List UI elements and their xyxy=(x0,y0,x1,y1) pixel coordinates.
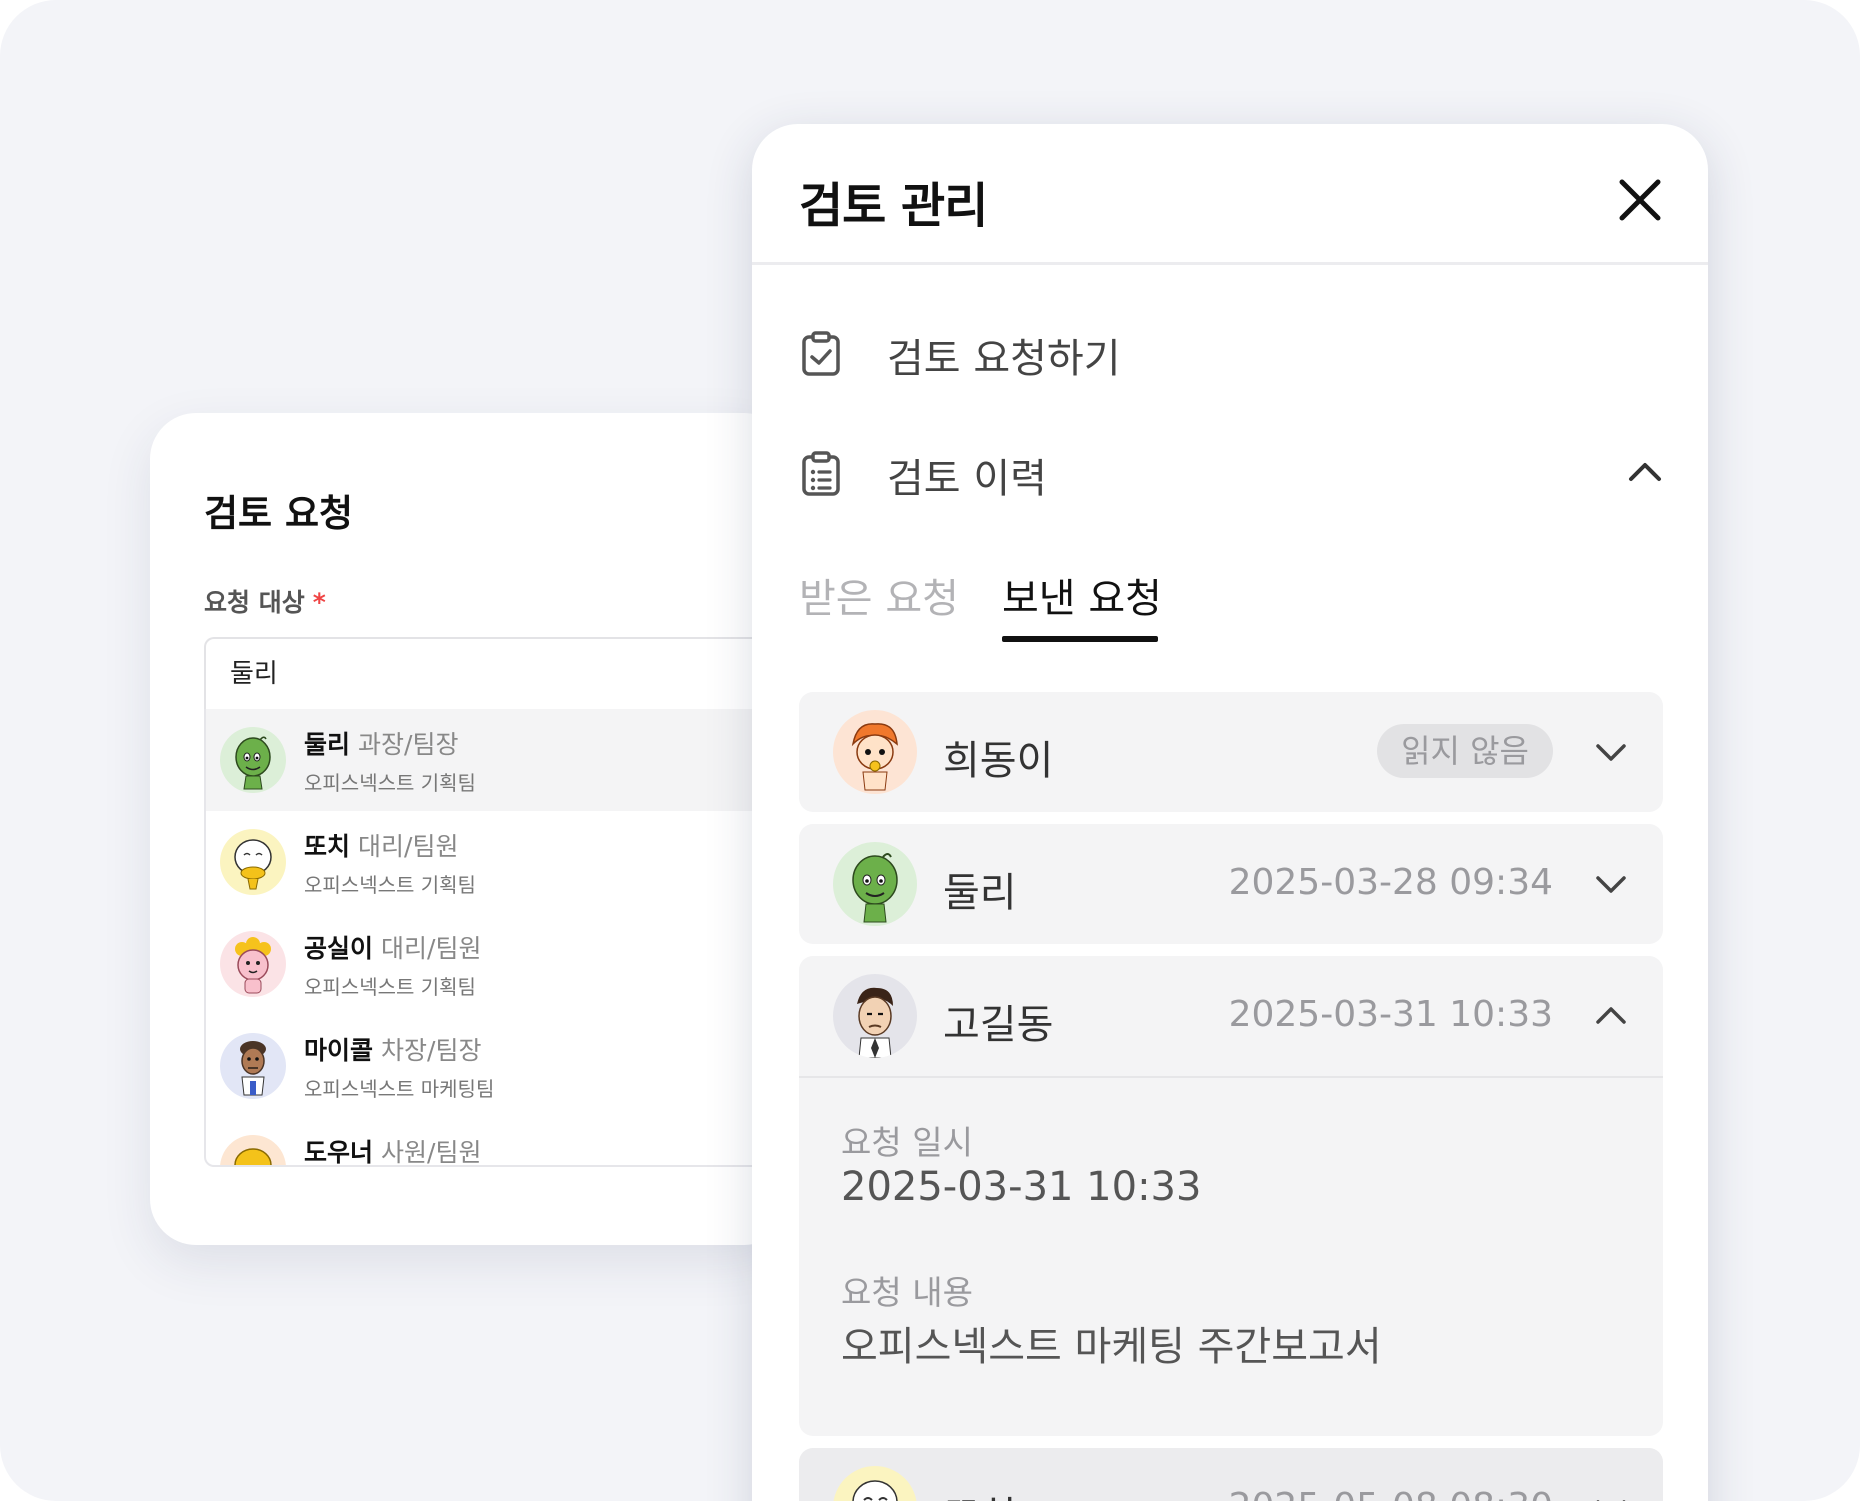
dropdown-option[interactable]: 공실이 대리/팀원 오피스넥스트 기획팀 xyxy=(206,913,790,1015)
request-review-label: 검토 요청하기 xyxy=(887,336,1121,382)
active-tab-indicator xyxy=(1002,636,1158,642)
tab-received-requests[interactable]: 받은 요청 xyxy=(799,566,959,624)
close-icon[interactable] xyxy=(1612,172,1668,228)
option-name: 도우너 사원/팀원 xyxy=(304,1133,482,1167)
history-item-date: 2025-05-08 08:30 xyxy=(1229,1486,1553,1501)
heedong-avatar-icon xyxy=(833,710,917,794)
option-role: 대리/팀원 xyxy=(381,934,482,963)
history-item-header[interactable]: 또치 2025-05-08 08:30 xyxy=(799,1448,1663,1501)
history-item-expanded: 고길동 2025-03-31 10:33 요청 일시 2025-03-31 10… xyxy=(799,956,1663,1436)
request-content-label: 요청 내용 xyxy=(841,1273,973,1312)
request-card-title: 검토 요청 xyxy=(204,492,354,535)
gogildong-avatar-icon xyxy=(833,974,917,1058)
option-name-text: 둘리 xyxy=(304,730,351,759)
option-org: 오피스넥스트 기획팀 xyxy=(304,873,476,897)
option-org: 오피스넥스트 기획팀 xyxy=(304,975,476,999)
clipboard-check-icon xyxy=(799,330,843,378)
chevron-up-icon[interactable] xyxy=(1593,998,1629,1034)
panel-header-divider xyxy=(752,262,1708,265)
option-name: 마이콜 차장/팀장 xyxy=(304,1031,481,1067)
history-item-name: 또치 xyxy=(943,1484,1017,1501)
dooly-avatar-icon xyxy=(833,842,917,926)
option-name-text: 공실이 xyxy=(304,934,374,963)
option-name: 공실이 대리/팀원 xyxy=(304,929,481,965)
review-history-menu-item[interactable]: 검토 이력 xyxy=(799,442,1679,502)
option-name-text: 도우너 xyxy=(304,1138,374,1167)
option-role: 대리/팀원 xyxy=(358,832,459,861)
option-name: 둘리 과장/팀장 xyxy=(304,725,458,761)
history-item-header[interactable]: 희동이 읽지 않음 xyxy=(799,692,1663,812)
history-item: 또치 2025-05-08 08:30 xyxy=(799,1448,1663,1501)
chevron-down-icon[interactable] xyxy=(1593,866,1629,902)
history-item-date: 2025-03-31 10:33 xyxy=(1228,994,1553,1035)
option-name: 또치 대리/팀원 xyxy=(304,827,458,863)
history-item-date: 2025-03-28 09:34 xyxy=(1228,862,1553,903)
option-org: 오피스넥스트 기획팀 xyxy=(304,771,476,795)
ddochi-avatar-icon xyxy=(220,829,286,895)
option-role: 과장/팀장 xyxy=(358,730,459,759)
history-item-divider xyxy=(799,1076,1663,1078)
history-item-name: 둘리 xyxy=(943,870,1017,916)
clipboard-list-icon xyxy=(799,450,843,498)
chevron-up-icon[interactable] xyxy=(1625,452,1665,492)
tab-sent-requests[interactable]: 보낸 요청 xyxy=(1002,566,1162,624)
ddochi-avatar-icon xyxy=(833,1466,917,1501)
panel-title: 검토 관리 xyxy=(799,178,988,234)
page-background: 검토 요청 요청 대상 * 둘리 둘리 과장/팀장 오피스넥스트 기획팀 또치 … xyxy=(0,0,1860,1501)
request-target-search-input[interactable]: 둘리 xyxy=(204,637,790,711)
option-name-text: 또치 xyxy=(304,832,351,861)
history-item-name: 고길동 xyxy=(943,1002,1054,1048)
requested-at-label: 요청 일시 xyxy=(841,1123,973,1162)
chevron-down-icon[interactable] xyxy=(1593,734,1629,770)
option-role: 차장/팀장 xyxy=(381,1036,482,1065)
douner-avatar-icon xyxy=(220,1135,286,1165)
request-target-label: 요청 대상 * xyxy=(204,583,326,619)
request-content-value: 오피스넥스트 마케팅 주간보고서 xyxy=(841,1324,1382,1370)
review-history-label: 검토 이력 xyxy=(887,456,1047,502)
dropdown-option[interactable]: 마이콜 차장/팀장 오피스넥스트 마케팅팀 xyxy=(206,1015,790,1117)
dropdown-option[interactable]: 또치 대리/팀원 오피스넥스트 기획팀 xyxy=(206,811,790,913)
option-name-text: 마이콜 xyxy=(304,1036,374,1065)
history-item-header[interactable]: 고길동 2025-03-31 10:33 xyxy=(799,956,1663,1076)
review-management-panel: 검토 관리 검토 요청하기 검토 이력 받은 요청 보낸 요청 희동이 읽지 않… xyxy=(752,124,1708,1501)
history-item: 희동이 읽지 않음 xyxy=(799,692,1663,812)
dooly-avatar-icon xyxy=(220,727,286,793)
request-review-menu-item[interactable]: 검토 요청하기 xyxy=(799,322,1679,382)
dropdown-option[interactable]: 도우너 사원/팀원 xyxy=(206,1117,790,1167)
chevron-down-icon[interactable] xyxy=(1593,1490,1629,1501)
history-item: 둘리 2025-03-28 09:34 xyxy=(799,824,1663,944)
request-target-label-text: 요청 대상 xyxy=(204,588,305,617)
history-item-header[interactable]: 둘리 2025-03-28 09:34 xyxy=(799,824,1663,944)
option-org: 오피스넥스트 마케팅팀 xyxy=(304,1077,495,1101)
michol-avatar-icon xyxy=(220,1033,286,1099)
required-mark: * xyxy=(312,588,326,617)
history-item-name: 희동이 xyxy=(943,738,1054,784)
unread-status-badge: 읽지 않음 xyxy=(1377,724,1553,778)
option-role: 사원/팀원 xyxy=(381,1138,482,1167)
review-request-card: 검토 요청 요청 대상 * 둘리 둘리 과장/팀장 오피스넥스트 기획팀 또치 … xyxy=(150,413,790,1245)
request-target-dropdown: 둘리과장/팀장 오피스넥스트 기획팀 또치대리/팀원 오피스넥스트 기획팀 xyxy=(204,709,790,1167)
dropdown-option[interactable]: 둘리 과장/팀장 오피스넥스트 기획팀 xyxy=(206,709,790,811)
gongsili-avatar-icon xyxy=(220,931,286,997)
requested-at-value: 2025-03-31 10:33 xyxy=(841,1164,1202,1210)
